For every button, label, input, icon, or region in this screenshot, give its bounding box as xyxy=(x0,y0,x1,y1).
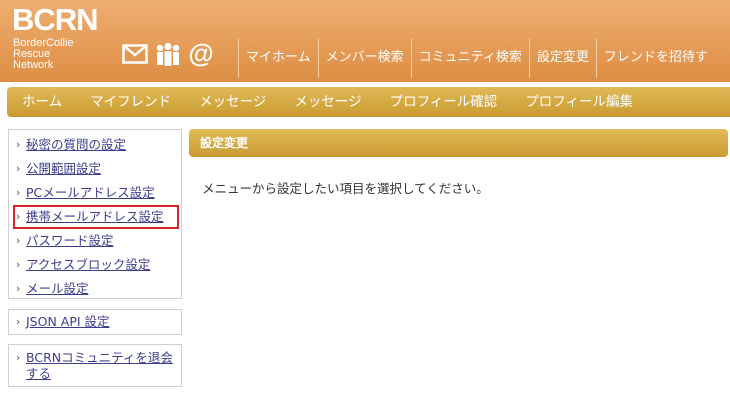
top-nav-settings[interactable]: 設定変更 xyxy=(528,38,596,78)
settings-menu: › 秘密の質問の設定 › 公開範囲設定 › PCメールアドレス設定 › 携帯メー… xyxy=(8,129,182,299)
logo-mark: BCRN xyxy=(12,2,99,37)
api-menu: › JSON API 設定 xyxy=(8,309,182,335)
sidebar-item-access-block[interactable]: › アクセスブロック設定 xyxy=(9,253,181,277)
sidebar-item-label[interactable]: JSON API 設定 xyxy=(26,314,110,330)
svg-text:@: @ xyxy=(188,41,213,67)
sidebar-item-label[interactable]: 携帯メールアドレス設定 xyxy=(26,209,164,225)
sidebar-item-label[interactable]: メール設定 xyxy=(26,281,89,297)
chevron-right-icon: › xyxy=(16,351,21,364)
site-header: BCRN BorderCollie Rescue Network @ マイホーム… xyxy=(0,0,730,82)
sub-nav-messages-2[interactable]: メッセージ xyxy=(280,87,375,117)
sidebar-item-json-api[interactable]: › JSON API 設定 xyxy=(9,310,181,334)
chevron-right-icon: › xyxy=(16,258,21,271)
sidebar-item-label[interactable]: パスワード設定 xyxy=(26,233,114,249)
sidebar-item-secret-question[interactable]: › 秘密の質問の設定 xyxy=(9,133,181,157)
sidebar-item-label[interactable]: PCメールアドレス設定 xyxy=(26,185,155,201)
sidebar-item-mail-settings[interactable]: › メール設定 xyxy=(9,277,181,301)
sidebar-item-label[interactable]: BCRNコミュニティを退会する xyxy=(26,350,177,382)
chevron-right-icon: › xyxy=(16,138,21,151)
chevron-right-icon: › xyxy=(16,315,21,328)
sidebar-item-label[interactable]: 秘密の質問の設定 xyxy=(26,137,126,153)
sub-nav-profile-edit[interactable]: プロフィール編集 xyxy=(511,87,647,117)
leave-menu: › BCRNコミュニティを退会する xyxy=(8,344,182,387)
sidebar-item-label[interactable]: アクセスブロック設定 xyxy=(26,257,150,273)
top-nav-invite-friend[interactable]: フレンドを招待す xyxy=(595,38,715,78)
chevron-right-icon: › xyxy=(16,186,21,199)
chevron-right-icon: › xyxy=(16,162,21,175)
logo-line-3: Network xyxy=(13,59,54,71)
panel-message: メニューから設定したい項目を選択してください。 xyxy=(202,181,489,196)
site-logo[interactable]: BCRN BorderCollie Rescue Network xyxy=(10,2,110,78)
top-nav-community-search[interactable]: コミュニティ検索 xyxy=(410,38,529,78)
chevron-right-icon: › xyxy=(16,282,21,295)
sidebar-item-password[interactable]: › パスワード設定 xyxy=(9,229,181,253)
top-nav-member-search[interactable]: メンバー検索 xyxy=(317,38,411,78)
mail-icon[interactable] xyxy=(122,44,148,64)
top-nav-my-home[interactable]: マイホーム xyxy=(238,38,318,78)
sidebar-item-pc-email[interactable]: › PCメールアドレス設定 xyxy=(9,181,181,205)
chevron-right-icon: › xyxy=(16,210,21,223)
chevron-right-icon: › xyxy=(16,234,21,247)
sub-nav-my-friends[interactable]: マイフレンド xyxy=(76,87,185,117)
panel-title: 設定変更 xyxy=(189,129,728,157)
sidebar-item-label[interactable]: 公開範囲設定 xyxy=(26,161,101,177)
top-nav: マイホーム メンバー検索 コミュニティ検索 設定変更 フレンドを招待す xyxy=(238,38,715,78)
sub-nav-home[interactable]: ホーム xyxy=(7,87,76,117)
logo-subtitle: BorderCollie Rescue Network xyxy=(13,38,74,71)
at-icon[interactable]: @ xyxy=(188,41,214,67)
sub-nav-profile-view[interactable]: プロフィール確認 xyxy=(376,87,512,117)
sidebar-item-leave-community[interactable]: › BCRNコミュニティを退会する xyxy=(9,345,181,386)
sidebar-item-privacy-range[interactable]: › 公開範囲設定 xyxy=(9,157,181,181)
sub-nav: ホーム マイフレンド メッセージ メッセージ プロフィール確認 プロフィール編集 xyxy=(7,87,730,117)
sub-nav-messages-1[interactable]: メッセージ xyxy=(185,87,280,117)
members-icon[interactable] xyxy=(154,42,182,66)
sidebar-item-mobile-email[interactable]: › 携帯メールアドレス設定 xyxy=(13,205,179,229)
header-icons: @ xyxy=(122,40,214,68)
